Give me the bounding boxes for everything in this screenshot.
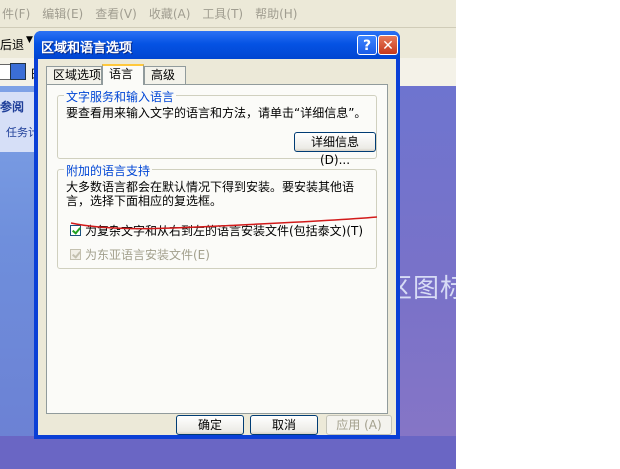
dialog-titlebar[interactable]: 区域和语言选项 ? ✕ [34,31,400,59]
menu-view[interactable]: 查看(V) [95,5,137,22]
menu-edit[interactable]: 编辑(E) [42,5,83,22]
east-asian-checkbox [70,249,81,260]
tab-advanced[interactable]: 高级 [144,66,186,84]
back-dropdown-icon[interactable]: ▼ [26,35,33,45]
regional-language-dialog: 区域和语言选项 ? ✕ 区域选项 语言 高级 文字服务和输入语言 要查看用来输入… [34,31,400,439]
east-asian-label: 为东亚语言安装文件(E) [85,248,210,262]
ok-button[interactable]: 确定 [176,415,244,435]
east-asian-checkbox-row: 为东亚语言安装文件(E) [70,246,210,263]
supplemental-language-group: 附加的语言支持 大多数语言都会在默认情况下得到安装。要安装其他语言，选择下面相应… [57,162,377,269]
tab-regional-options[interactable]: 区域选项 [46,66,102,84]
background-bottom-area [0,436,456,469]
details-button[interactable]: 详细信息 (D)... [294,132,376,167]
supplemental-language-description: 大多数语言都会在默认情况下得到安装。要安装其他语言，选择下面相应的复选框。 [66,180,355,208]
text-services-description: 要查看用来输入文字的语言和方法，请单击“详细信息”。 [66,106,367,120]
complex-script-checkbox[interactable] [70,225,81,236]
menu-tools[interactable]: 工具(T) [202,5,243,22]
cancel-button[interactable]: 取消 [250,415,318,435]
complex-script-label[interactable]: 为复杂文字和从右到左的语言安装文件(包括泰文)(T) [85,222,363,239]
complex-script-checkbox-row[interactable]: 为复杂文字和从右到左的语言安装文件(包括泰文)(T) [70,222,363,239]
empty-area [456,0,620,469]
tab-languages[interactable]: 语言 [102,64,144,85]
see-also-title: 参阅 [0,100,25,114]
text-services-legend: 文字服务和输入语言 [64,88,177,105]
apply-button: 应用 (A) [326,415,392,435]
background-menubar: 件(F) 编辑(E) 查看(V) 收藏(A) 工具(T) 帮助(H) [0,0,456,28]
menu-favorites[interactable]: 收藏(A) [149,5,191,22]
supplemental-language-legend: 附加的语言支持 [64,162,153,179]
menu-file[interactable]: 件(F) [2,5,30,22]
languages-tab-panel: 文字服务和输入语言 要查看用来输入文字的语言和方法，请单击“详细信息”。 详细信… [46,84,388,414]
folder-icon[interactable] [10,63,26,80]
text-services-group: 文字服务和输入语言 要查看用来输入文字的语言和方法，请单击“详细信息”。 详细信… [57,88,377,167]
menu-help[interactable]: 帮助(H) [255,5,297,22]
dialog-title: 区域和语言选项 [41,41,133,56]
dialog-client-area: 区域选项 语言 高级 文字服务和输入语言 要查看用来输入文字的语言和方法，请单击… [38,59,396,435]
task-link[interactable]: 任务计 [6,124,36,140]
back-button[interactable]: 后退 [0,36,24,53]
help-button[interactable]: ? [357,35,377,55]
close-button[interactable]: ✕ [378,35,398,55]
